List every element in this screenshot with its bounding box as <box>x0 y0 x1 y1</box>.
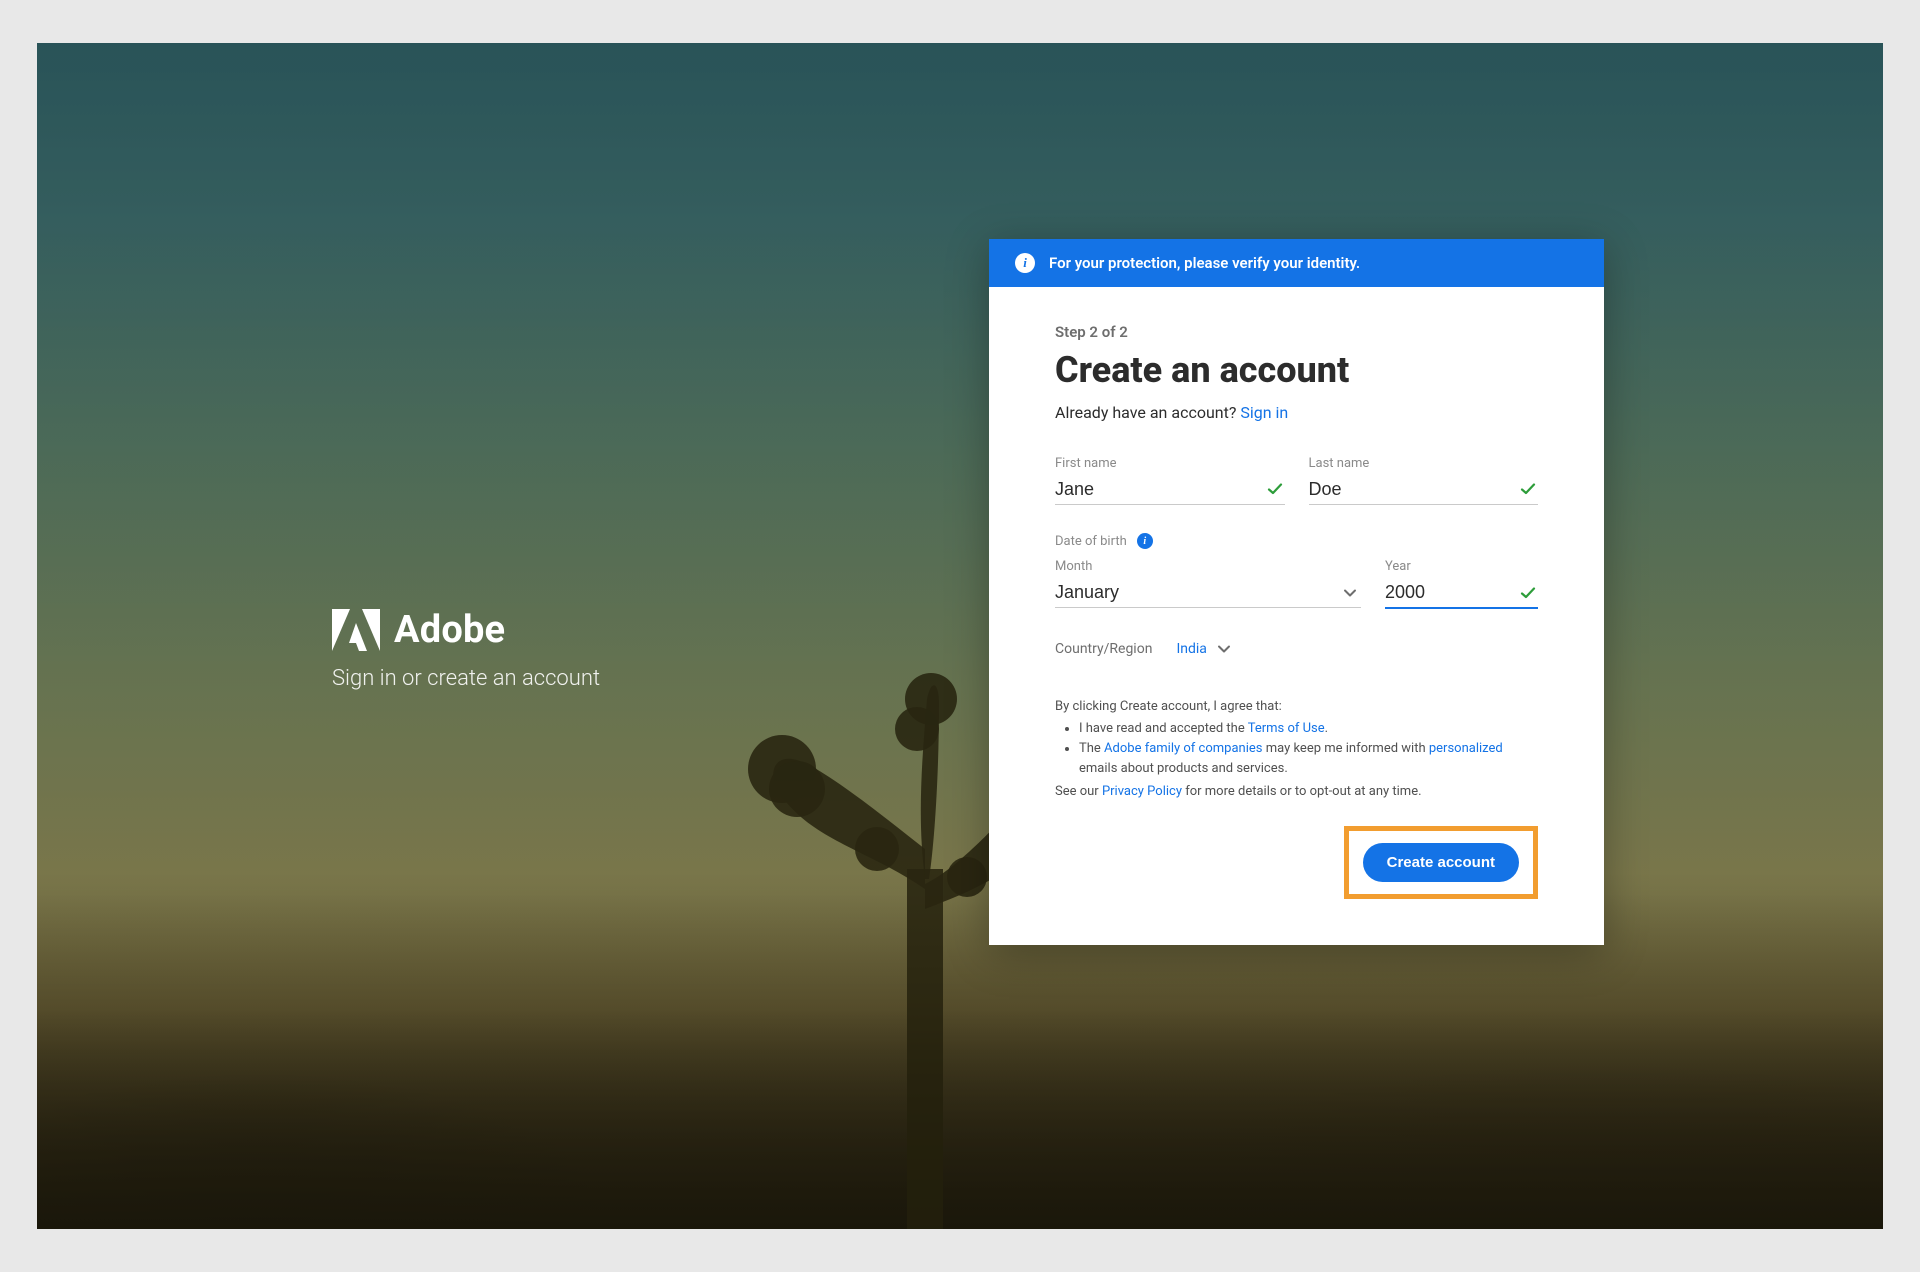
first-name-input[interactable] <box>1055 475 1285 505</box>
page-title: Create an account <box>1055 349 1538 391</box>
tutorial-highlight: Create account <box>1344 826 1538 899</box>
dob-section-header: Date of birth i <box>1055 533 1538 549</box>
first-name-field: First name <box>1055 456 1285 505</box>
dob-year-field: Year <box>1385 559 1538 609</box>
country-row: Country/Region India <box>1055 641 1538 657</box>
dob-year-input[interactable] <box>1385 578 1538 609</box>
dob-month-field: Month <box>1055 559 1361 609</box>
dob-year-label: Year <box>1385 559 1538 574</box>
chevron-down-icon <box>1217 642 1231 656</box>
already-have-account-text: Already have an account? <box>1055 403 1240 422</box>
signin-prompt: Already have an account? Sign in <box>1055 403 1538 422</box>
dob-label: Date of birth <box>1055 534 1127 549</box>
landscape-near <box>37 1009 1883 1229</box>
check-icon <box>1267 481 1283 497</box>
create-account-card: i For your protection, please verify you… <box>989 239 1604 945</box>
button-row: Create account <box>1055 826 1538 899</box>
step-indicator: Step 2 of 2 <box>1055 323 1538 341</box>
adobe-family-link[interactable]: Adobe family of companies <box>1104 741 1262 756</box>
check-icon <box>1520 585 1536 601</box>
legal-intro: By clicking Create account, I agree that… <box>1055 697 1538 717</box>
name-row: First name Last name <box>1055 456 1538 505</box>
legal-text: By clicking Create account, I agree that… <box>1055 697 1538 802</box>
info-icon[interactable]: i <box>1137 533 1153 549</box>
terms-of-use-link[interactable]: Terms of Use <box>1248 721 1325 736</box>
info-icon: i <box>1015 253 1035 273</box>
dob-month-label: Month <box>1055 559 1361 574</box>
last-name-input[interactable] <box>1309 475 1539 505</box>
sign-in-link[interactable]: Sign in <box>1240 403 1288 422</box>
dob-month-select[interactable] <box>1055 578 1361 608</box>
adobe-logo-row: Adobe <box>332 608 600 652</box>
create-account-button[interactable]: Create account <box>1363 843 1519 882</box>
country-select[interactable]: India <box>1176 641 1230 657</box>
country-value: India <box>1176 641 1206 657</box>
page-frame: Adobe Sign in or create an account i For… <box>37 43 1883 1229</box>
last-name-label: Last name <box>1309 456 1539 471</box>
country-label: Country/Region <box>1055 641 1152 657</box>
check-icon <box>1520 481 1536 497</box>
brand-tagline: Sign in or create an account <box>332 666 600 691</box>
brand-panel: Adobe Sign in or create an account <box>332 608 600 691</box>
last-name-field: Last name <box>1309 456 1539 505</box>
legal-bullet-marketing: The Adobe family of companies may keep m… <box>1079 739 1538 779</box>
legal-footer: See our Privacy Policy for more details … <box>1055 782 1538 802</box>
first-name-label: First name <box>1055 456 1285 471</box>
card-body: Step 2 of 2 Create an account Already ha… <box>989 287 1604 945</box>
verify-identity-banner: i For your protection, please verify you… <box>989 239 1604 287</box>
adobe-logo-icon <box>332 609 380 651</box>
dob-row: Month Year <box>1055 559 1538 609</box>
personalized-link[interactable]: personalized <box>1429 741 1503 756</box>
legal-bullet-terms: I have read and accepted the Terms of Us… <box>1079 719 1538 739</box>
brand-name: Adobe <box>394 608 505 652</box>
privacy-policy-link[interactable]: Privacy Policy <box>1102 784 1182 799</box>
verify-banner-text: For your protection, please verify your … <box>1049 254 1360 272</box>
